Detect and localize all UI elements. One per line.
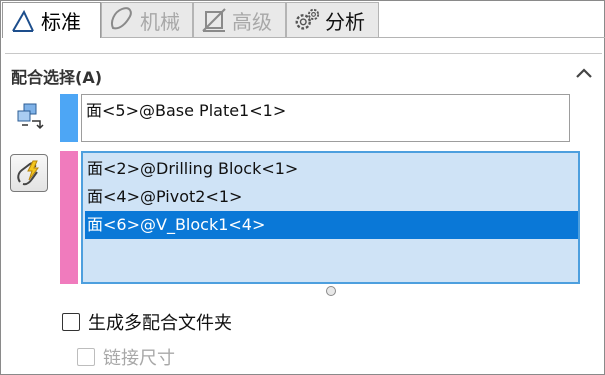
multiple-mate-folder-label: 生成多配合文件夹: [88, 313, 232, 334]
list-item[interactable]: 面<5>@Base Plate1<1>: [84, 97, 286, 125]
property-manager-panel: 标准 机械 高级 分析 配合选择(A) 面<5>@Base Plate1<1> …: [0, 0, 605, 375]
tab-advanced[interactable]: 高级: [193, 2, 286, 37]
link-dimensions-label: 链接尺寸: [103, 348, 175, 369]
section-title: 配合选择(A): [11, 68, 103, 87]
tab-mechanical-label: 机械: [140, 9, 180, 34]
list-item-selected[interactable]: 面<6>@V_Block1<4>: [85, 211, 578, 239]
tab-advanced-label: 高级: [232, 9, 272, 34]
tab-analysis[interactable]: 分析: [286, 2, 379, 37]
list-resize-handle[interactable]: [326, 286, 336, 296]
gears-icon: [293, 6, 321, 34]
multiple-mate-mode-button[interactable]: [10, 154, 48, 192]
multiple-mate-folder-option[interactable]: 生成多配合文件夹: [62, 309, 232, 335]
link-dimensions-checkbox: [77, 348, 95, 366]
lightning-clip-icon: [17, 160, 39, 186]
tab-bar: 标准 机械 高级 分析: [2, 2, 605, 38]
tab-mechanical[interactable]: 机械: [101, 2, 193, 37]
section-divider: [5, 53, 602, 54]
link-dimensions-option: 链接尺寸: [77, 344, 175, 370]
chevron-up-icon[interactable]: [573, 63, 595, 83]
tab-standard-label: 标准: [41, 10, 81, 34]
first-selection-color-bar: [60, 94, 78, 142]
mate-angle-icon: [9, 7, 37, 35]
list-item[interactable]: 面<4>@Pivot2<1>: [85, 183, 578, 211]
advanced-mate-icon: [200, 6, 228, 34]
list-item[interactable]: 面<2>@Drilling Block<1>: [85, 155, 578, 183]
tab-analysis-label: 分析: [325, 9, 365, 34]
second-entities-list[interactable]: 面<2>@Drilling Block<1> 面<4>@Pivot2<1> 面<…: [81, 151, 580, 284]
second-selection-color-bar: [60, 151, 78, 284]
first-entities-list[interactable]: 面<5>@Base Plate1<1>: [81, 94, 570, 142]
cam-icon: [108, 6, 136, 34]
swap-entities-icon[interactable]: [13, 99, 45, 133]
tab-standard[interactable]: 标准: [2, 2, 101, 38]
multiple-mate-folder-checkbox[interactable]: [62, 313, 80, 331]
